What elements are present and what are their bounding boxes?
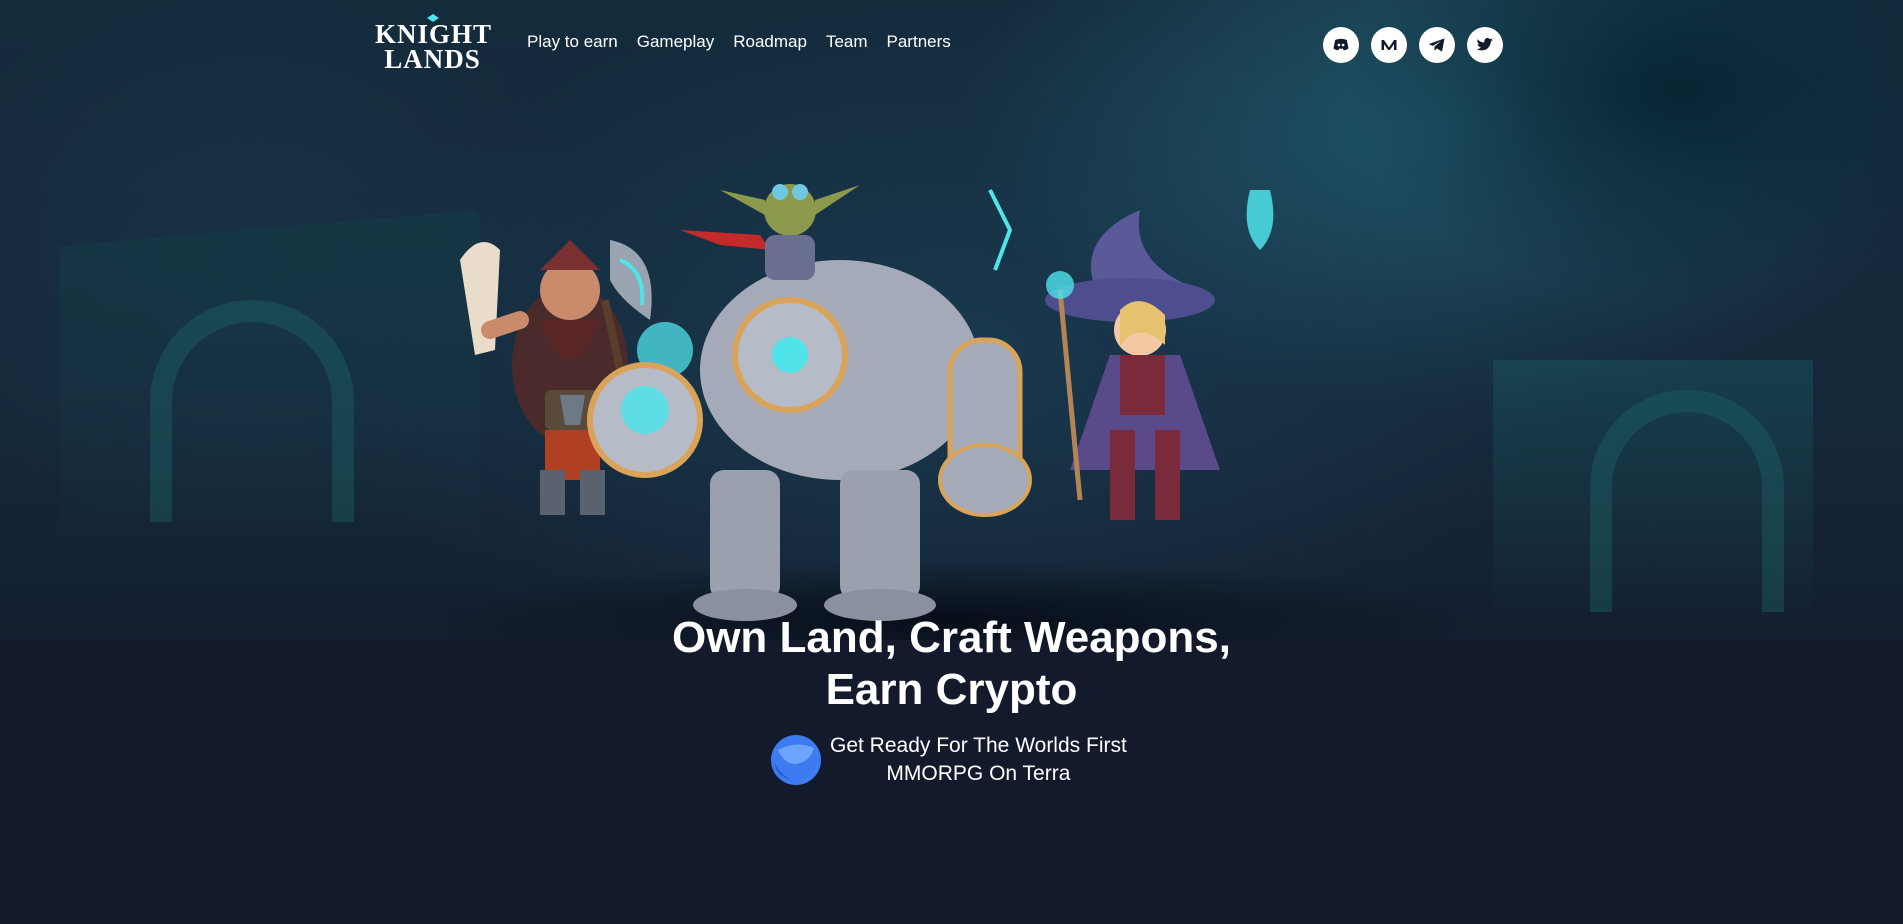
hero-title-line1: Own Land, Craft Weapons,	[671, 613, 1231, 662]
tagline-line1: Get Ready For The Worlds First	[830, 734, 1127, 757]
nav-roadmap[interactable]: Roadmap	[733, 32, 807, 52]
social-links	[1323, 27, 1503, 63]
hero-characters-illustration	[460, 184, 1274, 621]
tagline-line2: MMORPG On Terra	[886, 762, 1071, 785]
nav-partners[interactable]: Partners	[887, 32, 951, 52]
nav-gameplay[interactable]: Gameplay	[637, 32, 714, 52]
hero-title: Own Land, Craft Weapons, Earn Crypto	[0, 612, 1903, 716]
nav-team[interactable]: Team	[826, 32, 868, 52]
discord-link[interactable]	[1323, 27, 1359, 63]
telegram-icon	[1428, 38, 1445, 52]
main-nav: Play to earn Gameplay Roadmap Team Partn…	[527, 32, 951, 52]
twitter-link[interactable]	[1467, 27, 1503, 63]
nav-play-to-earn[interactable]: Play to earn	[527, 32, 618, 52]
terra-logo-icon	[771, 735, 821, 785]
discord-icon	[1333, 38, 1349, 51]
ruin-arch-right	[1590, 390, 1784, 612]
knight-lands-logo[interactable]: KNIGHT LANDS	[375, 14, 491, 78]
hero-title-line2: Earn Crypto	[825, 665, 1078, 714]
wizard-character	[988, 189, 1274, 520]
medium-icon	[1381, 40, 1397, 50]
golem-character	[587, 260, 1032, 621]
twitter-icon	[1476, 37, 1494, 51]
site-header: KNIGHT LANDS Play to earn Gameplay Roadm…	[375, 14, 1503, 78]
ruin-arch-left	[150, 300, 354, 522]
telegram-link[interactable]	[1419, 27, 1455, 63]
hero-tagline: Get Ready For The Worlds First MMORPG On…	[770, 732, 1127, 788]
logo-text-line2: LANDS	[384, 44, 481, 74]
medium-link[interactable]	[1371, 27, 1407, 63]
